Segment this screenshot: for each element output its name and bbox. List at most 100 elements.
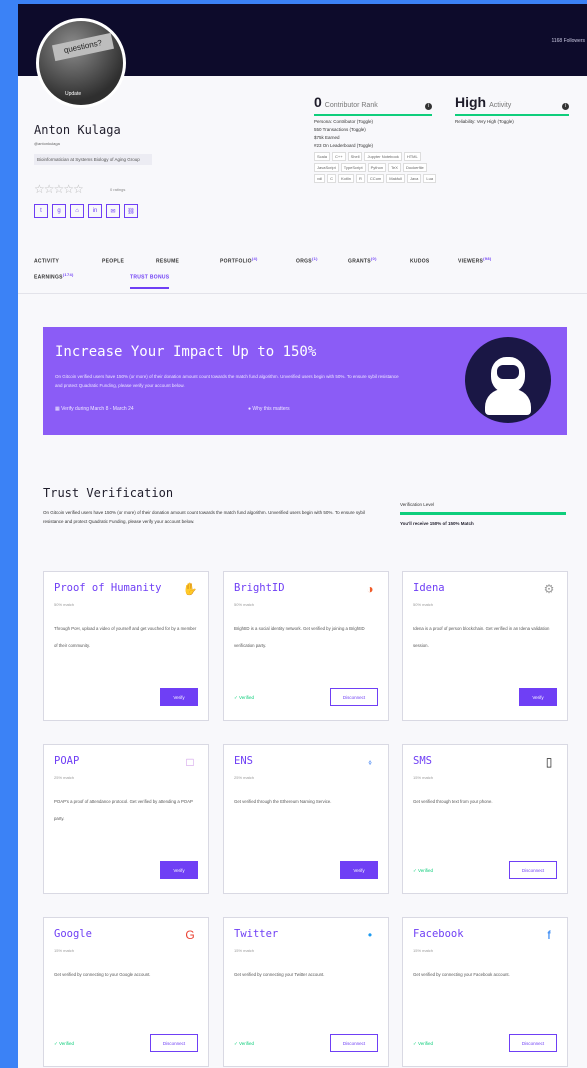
card-title: SMS: [413, 755, 432, 767]
card-title: Idena: [413, 582, 445, 594]
facebook-icon: f: [547, 928, 551, 942]
info-icon[interactable]: i: [562, 103, 569, 110]
verification-level: Verification Level You'll receive 150% o…: [400, 502, 566, 526]
card-match: 50% match: [54, 602, 75, 607]
verify-dates: ▦ Verify during March 8 - March 24: [55, 406, 134, 412]
skill-tag[interactable]: HTML: [403, 152, 421, 161]
why-matters-link[interactable]: ● Why this matters: [248, 406, 290, 412]
skill-tag[interactable]: R: [356, 174, 365, 183]
ratings-label: 0 ratings: [110, 187, 126, 192]
rating-stars[interactable]: ☆☆☆☆☆: [34, 182, 84, 196]
card-title: BrightID: [234, 582, 285, 594]
card-title: Facebook: [413, 928, 464, 940]
impact-banner: Increase Your Impact Up to 150% On Gitco…: [43, 327, 567, 435]
card-title: ENS: [234, 755, 253, 767]
disconnect-button[interactable]: Disconnect: [509, 1034, 557, 1052]
info-icon[interactable]: i: [425, 103, 432, 110]
card-title: Google: [54, 928, 92, 940]
followers-count[interactable]: 1168 Followers: [551, 38, 585, 44]
card-description: BrightID is a social identity network. G…: [234, 626, 365, 648]
rank-transactions[interactable]: 550 Transactions (Toggle): [314, 127, 432, 132]
skill-tag[interactable]: C: [327, 174, 337, 183]
ens-icon: ⬫: [368, 754, 372, 769]
activity-panel: High Activity i Reliability: Very High (…: [455, 94, 569, 124]
tabs-divider: [18, 293, 587, 294]
impact-body: On Gitcoin verified users have 150% (or …: [55, 374, 399, 388]
tab-kudos[interactable]: KUDOS: [410, 256, 430, 265]
website-icon[interactable]: ⌂: [70, 204, 84, 218]
tab-activity[interactable]: ACTIVITY: [34, 256, 59, 265]
reliability-line[interactable]: Reliability: Very High (Toggle): [455, 119, 569, 124]
tab-earnings[interactable]: EARNINGS(174): [34, 272, 74, 281]
skill-tag[interactable]: Dockerfile: [402, 163, 427, 172]
card-description: Get verified by connecting to your Googl…: [54, 972, 151, 977]
skill-tag[interactable]: Makfull: [386, 174, 405, 183]
tab-grants[interactable]: GRANTS(0): [348, 256, 377, 265]
card-description: Get verified through the Ethereum Naming…: [234, 799, 332, 804]
email-icon[interactable]: ✉: [106, 204, 120, 218]
avatar[interactable]: questions? Update: [36, 18, 126, 108]
impact-title: Increase Your Impact Up to 150%: [55, 344, 317, 360]
social-links: t g ⌂ in ✉ ⛓: [34, 204, 138, 218]
skill-tag[interactable]: C++: [332, 152, 346, 161]
tab-resume[interactable]: RESUME: [156, 256, 179, 265]
phone-icon: ▯: [545, 755, 553, 769]
verification-card-sms: SMS 15% match Get verified through text fr…: [402, 744, 568, 894]
verification-level-label: Verification Level: [400, 502, 566, 515]
tab-viewers[interactable]: VIEWERS(98): [458, 256, 492, 265]
card-title: Proof of Humanity: [54, 582, 162, 594]
skill-tag[interactable]: Jupyter Notebook: [364, 152, 402, 161]
verification-level-value: You'll receive 150% of 150% Match: [400, 521, 474, 526]
skill-tag[interactable]: Java: [406, 174, 422, 183]
tab-orgs[interactable]: ORGS(1): [296, 256, 318, 265]
verification-card-twitter: Twitter 15% match Get verified by connecti…: [223, 917, 389, 1067]
tab-people[interactable]: PEOPLE: [102, 256, 124, 265]
skill-tag[interactable]: Kotlin: [338, 174, 355, 183]
card-description: Get verified by connecting your Twitter …: [234, 972, 325, 977]
profile-handle: @antonkulaga: [34, 141, 60, 146]
verification-card-ens: ENS 25% match Get verified through the Eth…: [223, 744, 389, 894]
card-description: POAP's a proof of attendance protocol. G…: [54, 799, 193, 821]
card-description: Idena is a proof of person blockchain. G…: [413, 626, 550, 648]
link-icon[interactable]: ⛓: [124, 204, 138, 218]
verified-badge: ✓ Verified: [413, 868, 434, 873]
skill-tag[interactable]: CCom: [366, 174, 385, 183]
verify-button[interactable]: Verify: [160, 688, 198, 706]
skill-tag[interactable]: TypeScript: [340, 163, 366, 172]
card-match: 15% match: [54, 948, 75, 953]
trust-verification-desc: On Gitcoin verified users have 150% (or …: [43, 510, 365, 524]
tab-portfolio[interactable]: PORTFOLIO(4): [220, 256, 258, 265]
card-match: 15% match: [413, 775, 434, 780]
disconnect-button[interactable]: Disconnect: [330, 1034, 378, 1052]
disconnect-button[interactable]: Disconnect: [150, 1034, 198, 1052]
rank-leaderboard[interactable]: #23 On Leaderboard (Toggle): [314, 143, 432, 148]
skill-tag[interactable]: Lua: [423, 174, 437, 183]
rank-label: Contributor Rank: [324, 102, 378, 109]
verified-badge: ✓ Verified: [413, 1041, 434, 1046]
linkedin-icon[interactable]: in: [88, 204, 102, 218]
verification-card-brightid: BrightID 50% match BrightID is a social id…: [223, 571, 389, 721]
avatar-update-label[interactable]: Update: [65, 91, 81, 97]
verify-button[interactable]: Verify: [340, 861, 378, 879]
twitter-icon[interactable]: t: [34, 204, 48, 218]
skill-tag[interactable]: Shell: [347, 152, 363, 161]
verify-button[interactable]: Verify: [160, 861, 198, 879]
disconnect-button[interactable]: Disconnect: [330, 688, 378, 706]
card-match: 50% match: [413, 602, 434, 607]
card-description: Get verified by connecting your Facebook…: [413, 972, 510, 977]
verify-button[interactable]: Verify: [519, 688, 557, 706]
github-icon[interactable]: g: [52, 204, 66, 218]
why-matters-text[interactable]: Why this matters: [252, 406, 289, 412]
card-match: 25% match: [54, 775, 75, 780]
skill-tag[interactable]: TeX: [388, 163, 401, 172]
skill-tag[interactable]: Scala: [314, 152, 331, 161]
disconnect-button[interactable]: Disconnect: [509, 861, 557, 879]
skill-tag[interactable]: JavaScript: [314, 163, 339, 172]
activity-level: High: [455, 94, 487, 110]
rank-persona[interactable]: Persona: Contributor (Toggle): [314, 119, 432, 124]
skill-tag[interactable]: vdl: [314, 174, 326, 183]
tab-trust-bonus[interactable]: TRUST BONUS: [130, 272, 170, 289]
profile-page: 1168 Followers questions? Update Anton K…: [18, 4, 587, 1068]
skill-tag[interactable]: Python: [367, 163, 387, 172]
skill-tags: Scala C++ Shell Jupyter Notebook HTML JavaScr…: [314, 152, 438, 183]
